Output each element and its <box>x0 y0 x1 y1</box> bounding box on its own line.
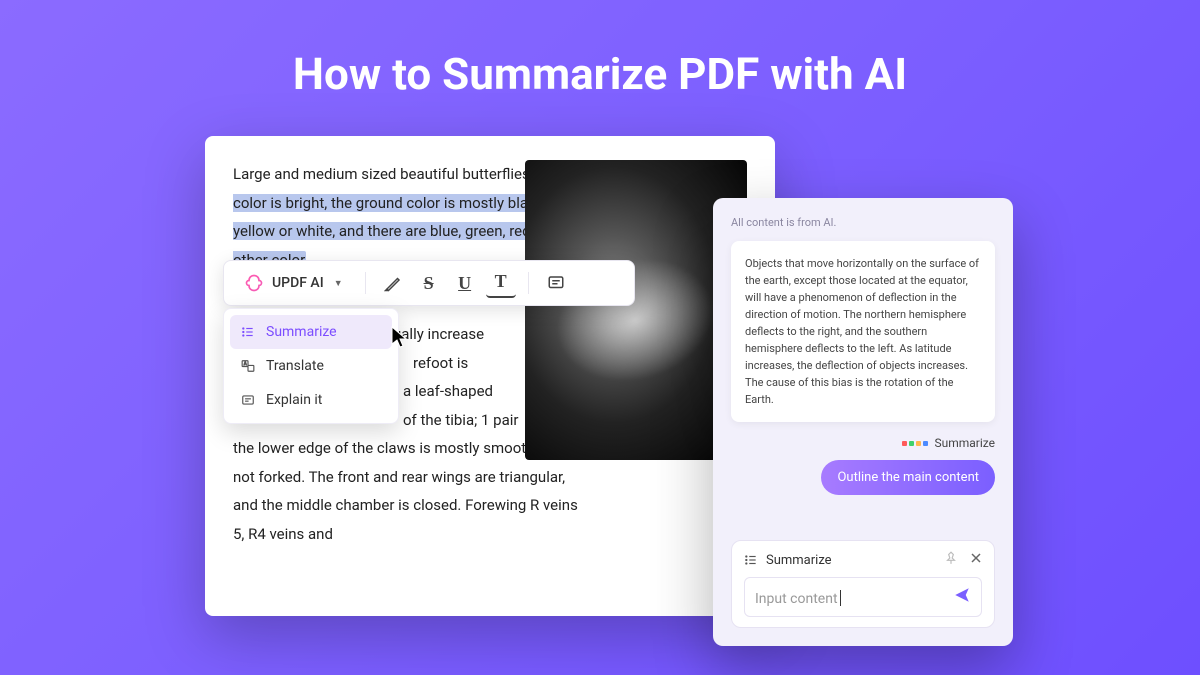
ai-chat-panel: All content is from AI. Objects that mov… <box>713 198 1013 646</box>
dropdown-translate[interactable]: A Translate <box>230 349 392 383</box>
highlighter-icon[interactable] <box>378 268 408 298</box>
explain-icon <box>240 392 256 408</box>
ai-response-bubble: Objects that move horizontally on the su… <box>731 241 995 422</box>
dropdown-summarize[interactable]: Summarize <box>230 315 392 349</box>
mouse-cursor-icon <box>391 326 409 350</box>
text-cursor <box>840 590 841 606</box>
close-icon[interactable] <box>970 552 982 568</box>
updf-ai-button[interactable]: UPDF AI ▼ <box>234 267 353 299</box>
response-mode-label: Summarize <box>934 436 995 450</box>
dropdown-explain-label: Explain it <box>266 392 322 408</box>
svg-text:A: A <box>244 361 247 366</box>
updf-logo-icon <box>244 273 264 293</box>
list-icon <box>240 324 256 340</box>
dropdown-summarize-label: Summarize <box>266 324 337 340</box>
pdf-text-before: Large and medium sized beautiful butterf… <box>233 165 537 183</box>
ai-button-label: UPDF AI <box>272 275 324 291</box>
chat-input-area: Summarize Input content <box>731 540 995 628</box>
underline-icon[interactable]: U <box>450 268 480 298</box>
translate-icon: A <box>240 358 256 374</box>
input-placeholder: Input content <box>755 591 838 607</box>
toolbar-separator <box>365 272 366 294</box>
input-mode-selector[interactable]: Summarize <box>744 553 832 568</box>
chevron-down-icon: ▼ <box>334 278 343 289</box>
page-title: How to Summarize PDF with AI <box>0 0 1200 136</box>
chat-input-field[interactable]: Input content <box>744 577 982 617</box>
dropdown-explain[interactable]: Explain it <box>230 383 392 417</box>
response-mode-tag: Summarize <box>731 436 995 450</box>
input-mode-label: Summarize <box>766 553 832 568</box>
pdf-document-card: Large and medium sized beautiful butterf… <box>205 136 775 616</box>
pin-icon[interactable] <box>944 551 958 569</box>
toolbar-separator <box>528 272 529 294</box>
color-dots-icon <box>902 441 928 446</box>
send-icon[interactable] <box>953 586 971 608</box>
dropdown-translate-label: Translate <box>266 358 324 374</box>
selection-toolbar: UPDF AI ▼ S U T <box>223 260 635 306</box>
ai-source-note: All content is from AI. <box>731 216 995 229</box>
strikethrough-icon[interactable]: S <box>414 268 444 298</box>
text-tool-icon[interactable]: T <box>486 268 516 298</box>
user-message-bubble: Outline the main content <box>821 460 995 495</box>
comment-icon[interactable] <box>541 268 571 298</box>
ai-dropdown-menu: Summarize A Translate Explain it <box>223 308 399 424</box>
